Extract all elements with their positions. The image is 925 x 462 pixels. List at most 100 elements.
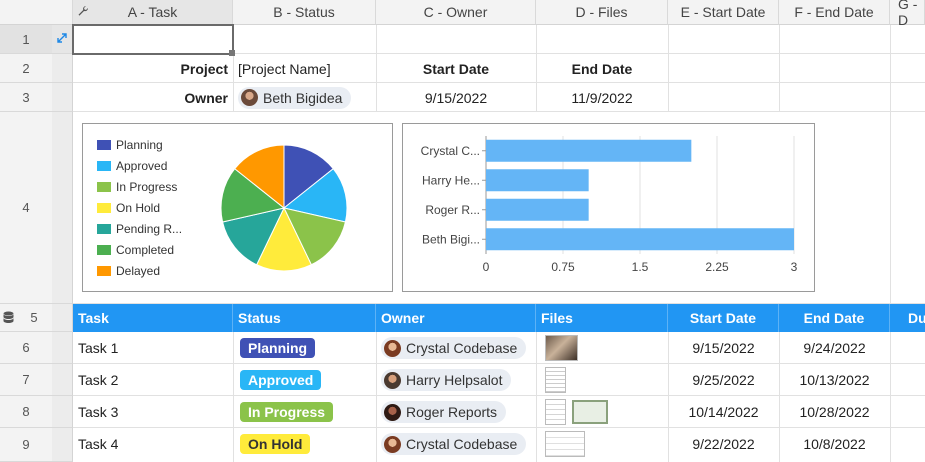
task-end-date[interactable]: 10/28/2022	[779, 396, 890, 428]
pie-chart-plot	[220, 144, 348, 272]
status-cell[interactable]: On Hold	[233, 428, 376, 460]
row-header-9[interactable]: 9	[0, 428, 73, 462]
row-number: 2	[22, 60, 30, 76]
row-number: 8	[22, 404, 30, 419]
y-tick-label: Roger R...	[425, 203, 480, 217]
column-header-b[interactable]: B - Status	[233, 0, 376, 25]
avatar	[241, 89, 258, 106]
x-tick-label: 1.5	[632, 260, 649, 274]
task-name[interactable]: Task 1	[73, 332, 233, 364]
column-label: E - Start Date	[680, 4, 766, 20]
contact-pill[interactable]: Beth Bigidea	[238, 86, 352, 109]
file-thumbnail[interactable]	[545, 399, 566, 425]
contact-pill[interactable]: Crystal Codebase	[381, 337, 527, 359]
row-header-7[interactable]: 7	[0, 364, 73, 396]
task-end-date[interactable]: 10/13/2022	[779, 364, 890, 396]
status-cell[interactable]: In Progress	[233, 396, 376, 428]
project-label: Project	[180, 60, 228, 77]
bar	[486, 198, 589, 221]
owner-cell[interactable]: Crystal Codebase	[376, 332, 536, 364]
contact-pill[interactable]: Crystal Codebase	[381, 433, 527, 455]
file-thumbnail[interactable]	[545, 431, 585, 457]
owner-cell[interactable]: Roger Reports	[376, 396, 536, 428]
task-end-date[interactable]: 9/24/2022	[779, 332, 890, 364]
sheet-corner[interactable]	[0, 0, 73, 25]
project-end-date[interactable]: 11/9/2022	[536, 83, 668, 112]
owner-bar-chart[interactable]: 0 0.75 1.5 2.25 3 Crystal C... Harry He... Roge…	[402, 123, 815, 292]
bar	[486, 169, 589, 192]
column-header-a[interactable]: A - Task	[73, 0, 233, 25]
contact-pill[interactable]: Harry Helpsalot	[381, 369, 512, 391]
owner-cell[interactable]: Crystal Codebase	[376, 428, 536, 460]
row-header-2[interactable]: 2	[0, 54, 73, 83]
task-start-date[interactable]: 9/15/2022	[668, 332, 779, 364]
y-tick-label: Crystal C...	[421, 144, 480, 158]
status-cell[interactable]: Planning	[233, 332, 376, 364]
contact-name: Beth Bigidea	[263, 89, 343, 106]
row-header-3[interactable]: 3	[0, 83, 73, 112]
row-header-1[interactable]: 1	[0, 25, 73, 54]
column-label: G - D	[898, 0, 918, 28]
header-status[interactable]: Status	[233, 304, 376, 332]
row-header-6[interactable]: 6	[0, 332, 73, 364]
task-name[interactable]: Task 4	[73, 428, 233, 460]
status-pie-chart[interactable]: Planning Approved In Progress On Hold Pendin…	[82, 123, 393, 292]
owner-cell[interactable]: Beth Bigidea	[233, 83, 376, 112]
task-start-date[interactable]: 9/25/2022	[668, 364, 779, 396]
y-tick-label: Beth Bigi...	[422, 232, 480, 246]
file-thumbnail[interactable]	[572, 400, 608, 424]
end-date-label: End Date	[571, 60, 633, 77]
owner-cell[interactable]: Harry Helpsalot	[376, 364, 536, 396]
header-end-date[interactable]: End Date	[779, 304, 890, 332]
wrench-icon[interactable]	[77, 4, 89, 20]
selected-cell-a1[interactable]	[72, 24, 234, 55]
status-cell[interactable]: Approved	[233, 364, 376, 396]
expand-icon[interactable]	[56, 32, 68, 47]
owner-label: Owner	[184, 89, 228, 106]
column-label: C - Owner	[423, 4, 488, 20]
column-header-e[interactable]: E - Start Date	[668, 0, 779, 25]
header-start-date[interactable]: Start Date	[668, 304, 779, 332]
avatar	[384, 371, 401, 389]
project-name-cell[interactable]: [Project Name]	[233, 54, 376, 83]
header-files[interactable]: Files	[536, 304, 668, 332]
start-date-label: Start Date	[422, 60, 490, 77]
contact-pill[interactable]: Roger Reports	[381, 401, 507, 423]
column-header-c[interactable]: C - Owner	[376, 0, 536, 25]
row-number: 9	[22, 437, 30, 452]
row-header-8[interactable]: 8	[0, 396, 73, 428]
task-name[interactable]: Task 3	[73, 396, 233, 428]
contact-name: Crystal Codebase	[406, 340, 518, 356]
row-header-5[interactable]: 5	[0, 304, 73, 332]
task-end-date[interactable]: 10/8/2022	[779, 428, 890, 460]
y-tick-label: Harry He...	[422, 173, 480, 187]
task-start-date[interactable]: 9/22/2022	[668, 428, 779, 460]
column-label: F - End Date	[794, 4, 874, 20]
bar	[486, 139, 692, 162]
x-tick-label: 2.25	[705, 260, 729, 274]
row-header-4[interactable]: 4	[0, 112, 73, 304]
header-task[interactable]: Task	[73, 304, 233, 332]
task-name[interactable]: Task 2	[73, 364, 233, 396]
column-label: A - Task	[127, 4, 178, 20]
column-header-g[interactable]: G - D	[890, 0, 925, 28]
row-number: 7	[22, 372, 30, 387]
bar-chart-plot: 0 0.75 1.5 2.25 3 Crystal C... Harry He... Roge…	[421, 136, 798, 274]
task-start-date[interactable]: 10/14/2022	[668, 396, 779, 428]
header-duration[interactable]: Du	[890, 304, 925, 332]
status-badge: Approved	[240, 370, 322, 390]
column-label: D - Files	[575, 4, 628, 20]
column-header-f[interactable]: F - End Date	[779, 0, 890, 25]
row-number: 6	[22, 340, 30, 355]
column-label: B - Status	[273, 4, 335, 20]
header-owner[interactable]: Owner	[376, 304, 536, 332]
x-tick-label: 0	[483, 260, 490, 274]
row-number: 3	[22, 89, 30, 105]
x-tick-label: 0.75	[551, 260, 575, 274]
avatar	[384, 435, 401, 453]
column-header-d[interactable]: D - Files	[536, 0, 668, 25]
file-thumbnail[interactable]	[545, 335, 578, 361]
x-tick-label: 3	[791, 260, 798, 274]
file-thumbnail[interactable]	[545, 367, 566, 393]
project-start-date[interactable]: 9/15/2022	[376, 83, 536, 112]
